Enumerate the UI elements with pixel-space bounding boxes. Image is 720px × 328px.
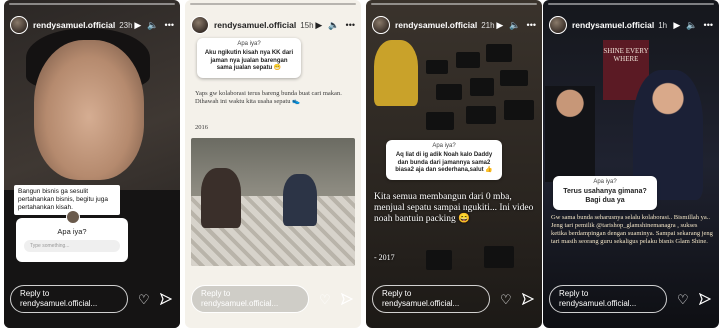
more-icon[interactable]: •••	[165, 20, 174, 30]
username[interactable]: rendysamuel.official	[395, 20, 477, 30]
heart-icon[interactable]: ♡	[500, 293, 512, 306]
question-title: Apa iya?	[432, 143, 456, 149]
reply-bar: Reply to rendysamuel.official... ♡	[191, 284, 355, 314]
play-icon[interactable]: ▶	[496, 20, 503, 30]
package	[504, 100, 534, 120]
more-icon[interactable]: •••	[704, 20, 713, 30]
story-photo-child	[374, 40, 418, 106]
volume-icon[interactable]: 🔈	[147, 20, 158, 30]
story-card-4[interactable]: SHINE EVERY WHERE rendysamuel.official 1…	[543, 0, 719, 328]
question-text: Aku ngikutin kisah nya KK dari jaman nya…	[204, 50, 294, 71]
story-time: 23h	[119, 20, 133, 30]
package	[426, 250, 452, 270]
avatar	[66, 210, 80, 224]
story-header: rendysamuel.official 21h ▶ 🔈 •••	[372, 14, 536, 36]
story-photo-face	[34, 40, 144, 180]
story-header: rendysamuel.official 23h ▶ 🔈 •••	[10, 14, 174, 36]
story-card-2[interactable]: rendysamuel.official 15h ▶ 🔈 ••• Apa iya…	[185, 0, 361, 328]
reply-bar: Reply to rendysamuel.official... ♡	[372, 284, 536, 314]
story-text: Gw sama bunda seharusnya selalu kolabora…	[551, 214, 713, 245]
story-year: - 2017	[374, 253, 395, 262]
send-icon[interactable]	[521, 293, 534, 305]
play-icon[interactable]: ▶	[315, 20, 322, 30]
more-icon[interactable]: •••	[346, 20, 355, 30]
story-header: rendysamuel.official 1h ▶ 🔈 •••	[549, 14, 713, 36]
avatar[interactable]	[372, 16, 390, 34]
reply-input[interactable]: Reply to rendysamuel.official...	[10, 285, 128, 313]
story-photo-man	[545, 86, 595, 182]
story-time: 1h	[658, 20, 668, 30]
send-icon[interactable]	[698, 293, 711, 305]
story-photo	[191, 138, 355, 266]
story-progress-bar	[9, 3, 175, 5]
package	[426, 60, 448, 74]
question-sticker[interactable]: Apa iya? Terus usahanya gimana? Bagi dua…	[553, 176, 657, 210]
story-time: 21h	[481, 20, 495, 30]
volume-icon[interactable]: 🔈	[509, 20, 520, 30]
story-year: 2016	[195, 124, 208, 131]
avatar[interactable]	[549, 16, 567, 34]
volume-icon[interactable]: 🔈	[686, 20, 697, 30]
question-title: Apa iya?	[593, 179, 617, 185]
volume-icon[interactable]: 🔈	[328, 20, 339, 30]
username[interactable]: rendysamuel.official	[214, 20, 296, 30]
story-progress-bar	[371, 3, 537, 5]
package	[486, 44, 512, 62]
question-text: Aq liat di ig adik Noah kalo Daddy dan b…	[395, 152, 493, 173]
story-progress-bar	[548, 3, 714, 5]
heart-icon[interactable]: ♡	[138, 293, 150, 306]
package	[500, 70, 528, 86]
package	[466, 106, 496, 124]
story-card-3[interactable]: rendysamuel.official 21h ▶ 🔈 ••• Apa iya…	[366, 0, 542, 328]
package	[426, 112, 454, 130]
package	[456, 52, 480, 68]
username[interactable]: rendysamuel.official	[572, 20, 654, 30]
heart-icon[interactable]: ♡	[677, 293, 689, 306]
story-card-1[interactable]: rendysamuel.official 23h ▶ 🔈 ••• Bangun …	[4, 0, 180, 328]
username[interactable]: rendysamuel.official	[33, 20, 115, 30]
play-icon[interactable]: ▶	[134, 20, 141, 30]
heart-icon[interactable]: ♡	[319, 293, 331, 306]
package	[484, 246, 514, 268]
send-icon[interactable]	[340, 293, 353, 305]
question-text: Terus usahanya gimana? Bagi dua ya	[563, 188, 647, 204]
package	[436, 84, 462, 100]
play-icon[interactable]: ▶	[673, 20, 680, 30]
avatar[interactable]	[10, 16, 28, 34]
reply-bar: Reply to rendysamuel.official... ♡	[10, 284, 174, 314]
question-sticker[interactable]: Apa iya? Aq liat di ig adik Noah kalo Da…	[386, 140, 502, 180]
reply-input[interactable]: Reply to rendysamuel.official...	[372, 285, 490, 313]
avatar[interactable]	[191, 16, 209, 34]
question-sticker[interactable]: Apa iya? Aku ngikutin kisah nya KK dari …	[197, 38, 301, 78]
reply-input[interactable]: Reply to rendysamuel.official...	[549, 285, 667, 313]
question-title: Apa iya?	[237, 41, 261, 47]
story-time: 15h	[300, 20, 314, 30]
story-text: Yaps gw kolaborasi terus bareng bunda bu…	[195, 90, 342, 105]
question-sticker[interactable]: Apa iya? Type something...	[16, 210, 128, 262]
reply-input[interactable]: Reply to rendysamuel.official...	[191, 285, 309, 313]
story-header: rendysamuel.official 15h ▶ 🔈 •••	[191, 14, 355, 36]
story-progress-bar	[190, 3, 356, 5]
send-icon[interactable]	[159, 293, 172, 305]
story-caption: Bangun bisnis ga sesulit pertahankan bis…	[14, 185, 120, 215]
story-text: Kita semua membangun dari 0 mba, menjual…	[374, 192, 534, 224]
more-icon[interactable]: •••	[527, 20, 536, 30]
package	[470, 78, 494, 96]
question-answer-input[interactable]: Type something...	[24, 240, 120, 252]
reply-bar: Reply to rendysamuel.official... ♡	[549, 284, 713, 314]
